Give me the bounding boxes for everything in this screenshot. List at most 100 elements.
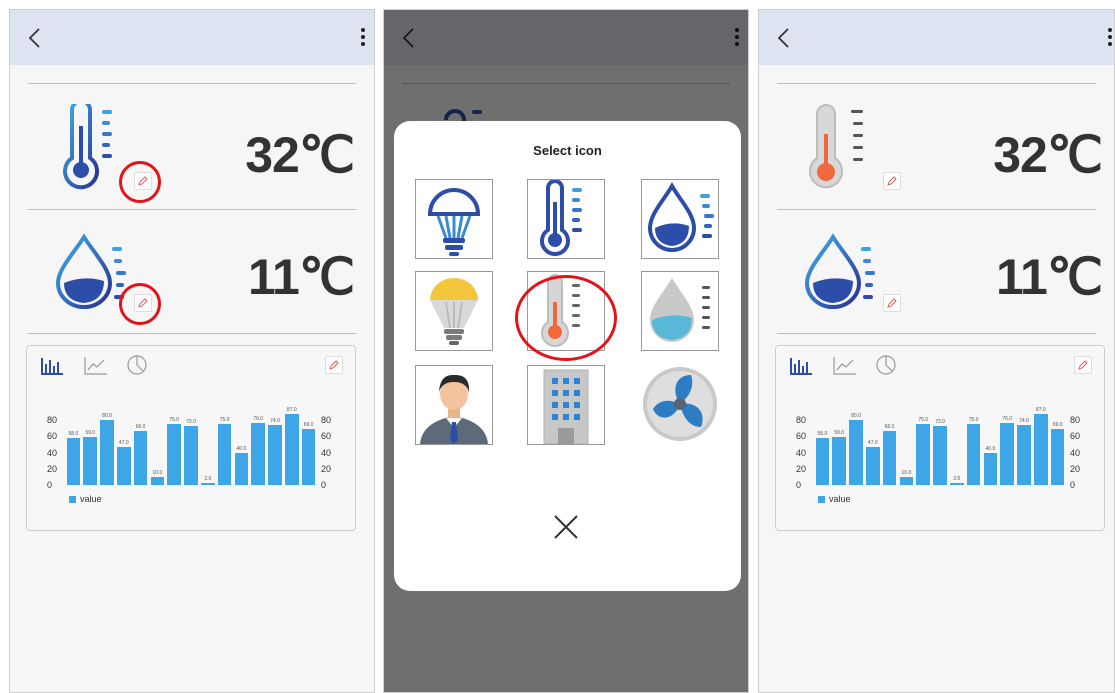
water-drop-icon [804, 233, 875, 309]
businessman-icon-option[interactable] [415, 365, 493, 445]
more-menu-icon[interactable] [360, 28, 366, 50]
bar-value-label: 40.0 [236, 445, 247, 452]
edit-icon-button[interactable] [883, 172, 901, 190]
chart-bar [832, 437, 847, 485]
y-tick-right: 60 [1070, 431, 1081, 442]
edit-icon-button[interactable] [883, 294, 901, 312]
back-icon[interactable] [773, 26, 797, 50]
y-tick-right: 60 [321, 431, 332, 442]
bar-value-label: 80.0 [851, 413, 861, 419]
bar-chart-tab-icon[interactable] [39, 354, 65, 376]
bar-value-label: 40.0 [985, 445, 996, 452]
temperature-value: 11℃ [247, 249, 355, 305]
y-tick-left: 80 [47, 415, 58, 425]
chart-bar [251, 423, 266, 485]
office-building-icon [543, 369, 589, 445]
y-tick-right: 20 [321, 463, 332, 474]
chart-bar [849, 420, 863, 485]
bar-chart-tab-icon[interactable] [788, 354, 814, 376]
line-chart-tab-icon[interactable] [83, 354, 109, 376]
bar-value-label: 66.0 [135, 424, 146, 431]
y-tick-left: 20 [47, 463, 58, 474]
bar-value-label: 58.0 [817, 430, 828, 437]
chart-bar [83, 437, 98, 485]
y-tick-right: 20 [1070, 463, 1081, 474]
bar-value-label: 74.0 [1019, 417, 1029, 424]
close-icon[interactable] [551, 512, 581, 542]
chart-bar [1050, 428, 1065, 485]
fan-icon [643, 367, 717, 441]
highlight-circle [515, 275, 617, 361]
office-building-icon-option[interactable] [527, 365, 605, 445]
pie-chart-tab-icon[interactable] [125, 354, 151, 376]
chart-bar [301, 428, 316, 485]
chart-bar [133, 431, 148, 485]
bar-value-label: 80.0 [102, 413, 112, 419]
businessman-icon [420, 374, 488, 444]
y-tick-left: 0 [47, 480, 53, 490]
bar-value-label: 2.0 [204, 476, 212, 483]
divider [777, 333, 1096, 334]
bar-value-label: 87.0 [286, 407, 297, 414]
water-drop-gray-icon-option[interactable] [641, 271, 719, 351]
chart-bar [1017, 424, 1031, 485]
bulb-yellow-icon-option[interactable] [415, 271, 493, 351]
dialog-title: Select icon [533, 143, 602, 158]
line-chart-tab-icon[interactable] [832, 354, 858, 376]
chart-edit-button[interactable] [1074, 356, 1092, 374]
legend-swatch [818, 496, 825, 503]
bar-value-label: 75.0 [968, 417, 979, 424]
y-tick-right: 0 [1070, 480, 1076, 490]
bulb-yellow-icon [430, 278, 478, 345]
bar-value-label: 74.0 [270, 417, 280, 424]
screen-after: 32℃ 11℃ 80 80 60 60 40 40 20 20 0 0 58.0 59.0 80.0 47… [758, 9, 1115, 693]
chart-bar [217, 424, 232, 485]
bar-value-label: 75.0 [219, 417, 230, 424]
bar-value-label: 10.0 [152, 469, 163, 476]
bulb-outline-icon-option[interactable] [415, 179, 493, 259]
thermometer-outline-icon-option[interactable] [527, 179, 605, 259]
pie-chart-tab-icon[interactable] [874, 354, 900, 376]
bar-value-label: 59.0 [834, 430, 845, 437]
divider [777, 209, 1096, 210]
chart-bar [200, 483, 215, 485]
chart-bar [1000, 423, 1015, 485]
select-icon-dialog: Select icon [394, 121, 741, 591]
chart-bar [966, 424, 981, 485]
chart-bar [916, 424, 931, 485]
y-tick-left: 20 [796, 463, 807, 474]
bar-value-label: 66.0 [884, 424, 895, 431]
temperature-value: 32℃ [245, 127, 355, 183]
bar-value-label: 73.0 [186, 418, 196, 425]
bar-value-label: 10.0 [901, 469, 912, 476]
bar-value-label: 59.0 [85, 430, 96, 437]
bar-value-label: 69.0 [303, 421, 314, 428]
y-tick-right: 0 [321, 480, 327, 490]
bar-value-label: 87.0 [1035, 407, 1046, 414]
bar-value-label: 47.0 [867, 439, 878, 446]
divider [28, 83, 356, 84]
legend-label: value [80, 494, 102, 504]
y-tick-left: 60 [796, 431, 807, 442]
back-icon[interactable] [24, 26, 48, 50]
fan-icon-option[interactable] [641, 365, 719, 445]
water-drop-outline-icon-option[interactable] [641, 179, 719, 259]
chart-bar [116, 446, 131, 485]
y-tick-left: 40 [47, 447, 58, 458]
chart-card: 80 80 60 60 40 40 20 20 0 0 58.0 59.0 80.0 47.0 66.0 10… [775, 345, 1105, 531]
legend-swatch [69, 496, 76, 503]
temperature-value: 32℃ [993, 127, 1103, 183]
chart-bar [268, 424, 282, 485]
temperature-value: 11℃ [995, 249, 1103, 305]
chart-bar [100, 420, 114, 485]
chart-edit-button[interactable] [325, 356, 343, 374]
y-tick-right: 40 [321, 447, 332, 458]
app-bar [10, 10, 374, 65]
y-tick-left: 80 [796, 415, 807, 425]
chart-bar [949, 483, 964, 485]
more-menu-icon[interactable] [1107, 28, 1113, 50]
divider [28, 209, 356, 210]
chart-bar [66, 437, 81, 485]
bar-value-label: 75.0 [169, 417, 180, 424]
y-tick-left: 60 [47, 431, 58, 442]
